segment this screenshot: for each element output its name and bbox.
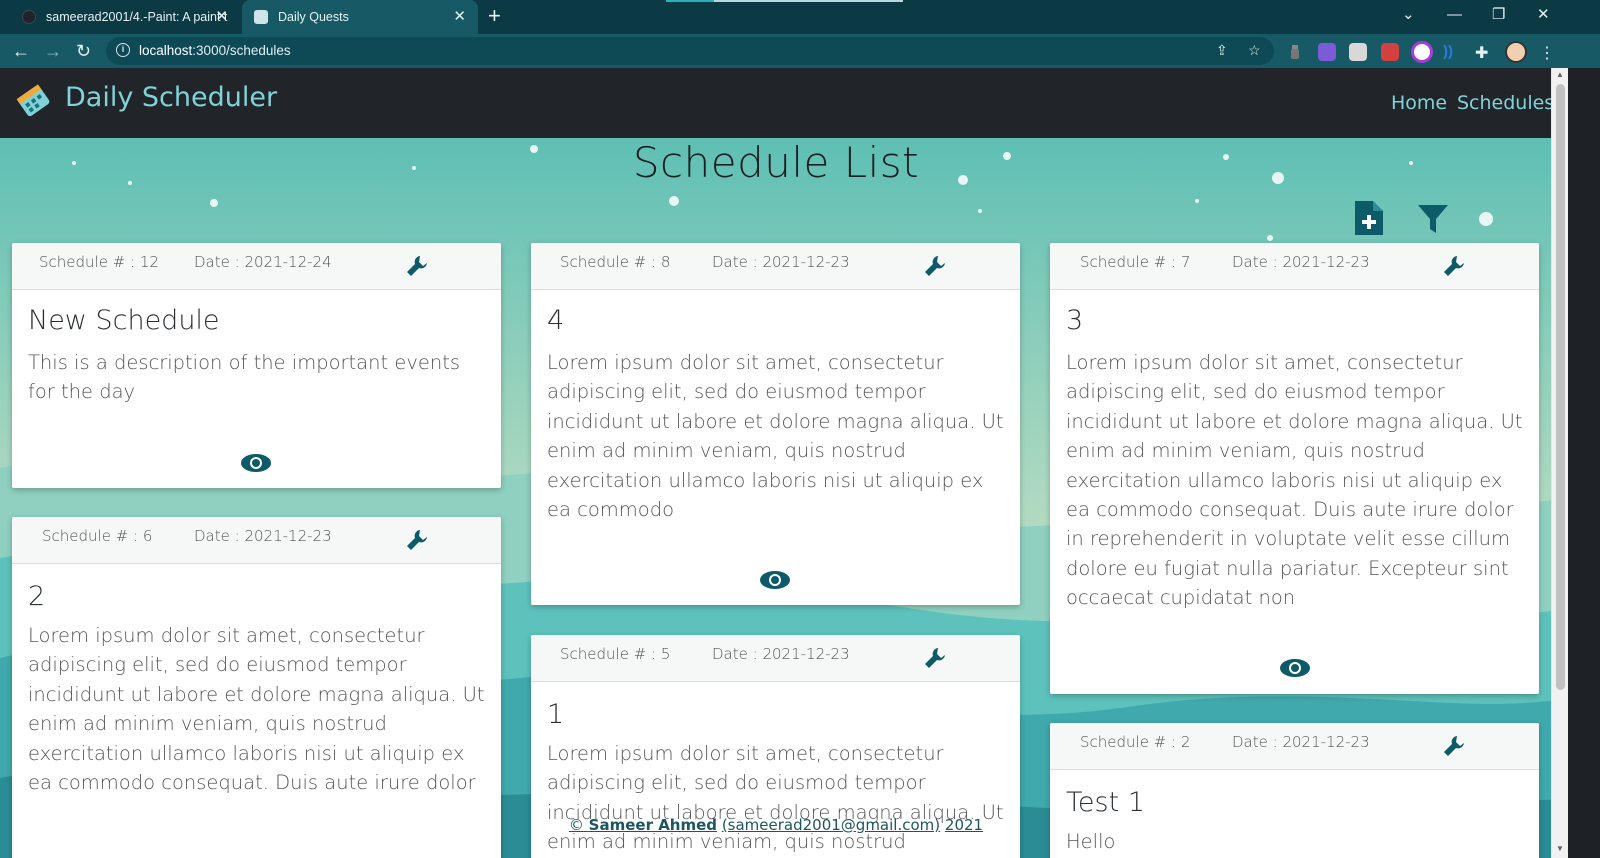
schedule-number: Schedule # : 12 xyxy=(39,253,159,271)
browser-tabstrip: sameerad2001/4.-Paint: A paint t ✕ Daily… xyxy=(0,0,1600,34)
card-header: Schedule # : 6 Date : 2021-12-23 xyxy=(12,517,501,564)
card-title: New Schedule xyxy=(28,305,220,336)
forward-icon[interactable]: → xyxy=(44,40,62,62)
schedule-date: Date : 2021-12-24 xyxy=(194,253,332,271)
schedule-number: Schedule # : 6 xyxy=(42,527,153,545)
extension-red-icon[interactable] xyxy=(1381,43,1399,61)
scroll-down-icon[interactable]: ▼ xyxy=(1556,844,1564,853)
schedule-date: Date : 2021-12-23 xyxy=(1232,733,1370,751)
card-header: Schedule # : 8 Date : 2021-12-23 xyxy=(531,243,1020,290)
card-description: Lorem ipsum dolor sit amet, consectetur … xyxy=(547,742,1004,854)
extension-wave-icon[interactable]: )) xyxy=(1443,43,1461,61)
card-description: Lorem ipsum dolor sit amet, consectetur … xyxy=(1066,351,1523,610)
browser-tab-inactive[interactable]: sameerad2001/4.-Paint: A paint t ✕ xyxy=(8,0,240,34)
schedule-number: Schedule # : 7 xyxy=(1080,253,1191,271)
edit-wrench-icon[interactable] xyxy=(404,527,430,553)
brand-title[interactable]: Daily Scheduler xyxy=(65,82,277,113)
bookmark-star-icon[interactable]: ☆ xyxy=(1248,42,1261,59)
calendar-logo-icon[interactable] xyxy=(15,82,51,118)
schedule-number: Schedule # : 5 xyxy=(560,645,671,663)
page-title: Schedule List xyxy=(632,138,920,187)
schedule-number: Schedule # : 2 xyxy=(1080,733,1191,751)
app-navbar: Daily Scheduler Home Schedules xyxy=(0,68,1568,138)
card-title: 3 xyxy=(1066,305,1084,336)
schedule-card: Schedule # : 12 Date : 2021-12-24 New Sc… xyxy=(12,243,501,488)
url-path: :3000/schedules xyxy=(192,43,291,58)
footer-year[interactable]: 2021 xyxy=(945,816,983,834)
github-favicon-icon xyxy=(22,10,36,24)
schedule-card: Schedule # : 8 Date : 2021-12-23 4 Lorem… xyxy=(531,243,1020,605)
add-schedule-icon[interactable] xyxy=(1353,199,1385,237)
schedule-card: Schedule # : 2 Date : 2021-12-23 Test 1 … xyxy=(1050,723,1539,858)
browser-menu-icon[interactable]: ⋮ xyxy=(1538,43,1556,62)
extension-purple-icon[interactable] xyxy=(1318,43,1336,61)
extension-circle-icon[interactable] xyxy=(1411,41,1433,63)
restore-icon[interactable]: ❐ xyxy=(1492,6,1505,24)
browser-tab-active[interactable]: Daily Quests ✕ xyxy=(242,0,478,34)
tab-title: Daily Quests xyxy=(278,10,349,24)
card-header: Schedule # : 5 Date : 2021-12-23 xyxy=(531,635,1020,682)
card-title: 4 xyxy=(547,305,565,336)
scroll-up-icon[interactable]: ▲ xyxy=(1556,70,1564,79)
address-url[interactable]: localhost:3000/schedules xyxy=(139,43,291,58)
schedule-date: Date : 2021-12-23 xyxy=(1232,253,1370,271)
nav-schedules-link[interactable]: Schedules xyxy=(1457,92,1554,114)
page-favicon-icon xyxy=(254,10,268,24)
page-viewport: Daily Scheduler Home Schedules Schedule … xyxy=(0,68,1568,858)
view-eye-icon[interactable] xyxy=(1278,657,1312,679)
view-eye-icon[interactable] xyxy=(239,452,273,474)
tab-title: sameerad2001/4.-Paint: A paint t xyxy=(46,10,228,24)
footer: © Sameer Ahmed (sameerad2001@gmail.com) … xyxy=(0,816,1552,834)
schedule-card: Schedule # : 7 Date : 2021-12-23 3 Lorem… xyxy=(1050,243,1539,694)
card-title: 1 xyxy=(547,699,565,730)
loading-bar xyxy=(666,0,903,2)
card-description: Lorem ipsum dolor sit amet, consectetur … xyxy=(28,624,485,795)
schedule-date: Date : 2021-12-23 xyxy=(712,645,850,663)
card-header: Schedule # : 12 Date : 2021-12-24 xyxy=(12,243,501,290)
extensions-puzzle-icon[interactable]: ✚ xyxy=(1475,43,1493,62)
back-icon[interactable]: ← xyxy=(12,40,30,62)
footer-author-link[interactable]: © Sameer Ahmed xyxy=(569,816,717,834)
card-title: 2 xyxy=(28,581,46,612)
view-eye-icon[interactable] xyxy=(758,569,792,591)
schedule-number: Schedule # : 8 xyxy=(560,253,671,271)
edit-wrench-icon[interactable] xyxy=(922,645,948,671)
tab-close-icon[interactable]: ✕ xyxy=(453,8,466,26)
card-description: This is a description of the important e… xyxy=(28,351,461,404)
footer-email-link[interactable]: (sameerad2001@gmail.com) xyxy=(722,816,940,834)
edit-wrench-icon[interactable] xyxy=(404,253,430,279)
reload-icon[interactable]: ↻ xyxy=(76,40,91,62)
footer-copyright: © xyxy=(568,816,584,834)
card-description: Lorem ipsum dolor sit amet, consectetur … xyxy=(547,351,1004,522)
url-host: localhost xyxy=(139,43,193,58)
share-icon[interactable]: ⇪ xyxy=(1216,42,1228,59)
card-title: Test 1 xyxy=(1066,787,1145,818)
tab-search-icon[interactable]: ⌄ xyxy=(1402,6,1415,24)
minimize-icon[interactable]: — xyxy=(1447,6,1462,24)
site-info-icon[interactable]: i xyxy=(116,43,130,57)
schedule-date: Date : 2021-12-23 xyxy=(194,527,332,545)
address-bar[interactable]: i localhost:3000/schedules ⇪ ☆ xyxy=(106,37,1274,65)
edit-wrench-icon[interactable] xyxy=(1441,253,1467,279)
schedule-card: Schedule # : 6 Date : 2021-12-23 2 Lorem… xyxy=(12,517,501,858)
tab-close-icon[interactable]: ✕ xyxy=(215,8,228,26)
card-header: Schedule # : 7 Date : 2021-12-23 xyxy=(1050,243,1539,290)
scrollbar-thumb[interactable] xyxy=(1556,84,1565,690)
edit-wrench-icon[interactable] xyxy=(922,253,948,279)
profile-avatar[interactable] xyxy=(1505,41,1527,63)
page-scrollbar[interactable]: ▲ ▼ xyxy=(1551,68,1568,858)
schedule-date: Date : 2021-12-23 xyxy=(712,253,850,271)
extension-bottle-icon[interactable] xyxy=(1286,43,1304,61)
loading-bar-segment xyxy=(666,0,714,2)
close-window-icon[interactable]: ✕ xyxy=(1537,6,1550,24)
edit-wrench-icon[interactable] xyxy=(1441,733,1467,759)
card-header: Schedule # : 2 Date : 2021-12-23 xyxy=(1050,723,1539,770)
filter-icon[interactable] xyxy=(1417,203,1449,235)
new-tab-button[interactable]: + xyxy=(488,4,501,28)
nav-home-link[interactable]: Home xyxy=(1391,92,1447,114)
footer-author: Sameer Ahmed xyxy=(588,816,718,834)
extension-grey-icon[interactable] xyxy=(1349,43,1367,61)
